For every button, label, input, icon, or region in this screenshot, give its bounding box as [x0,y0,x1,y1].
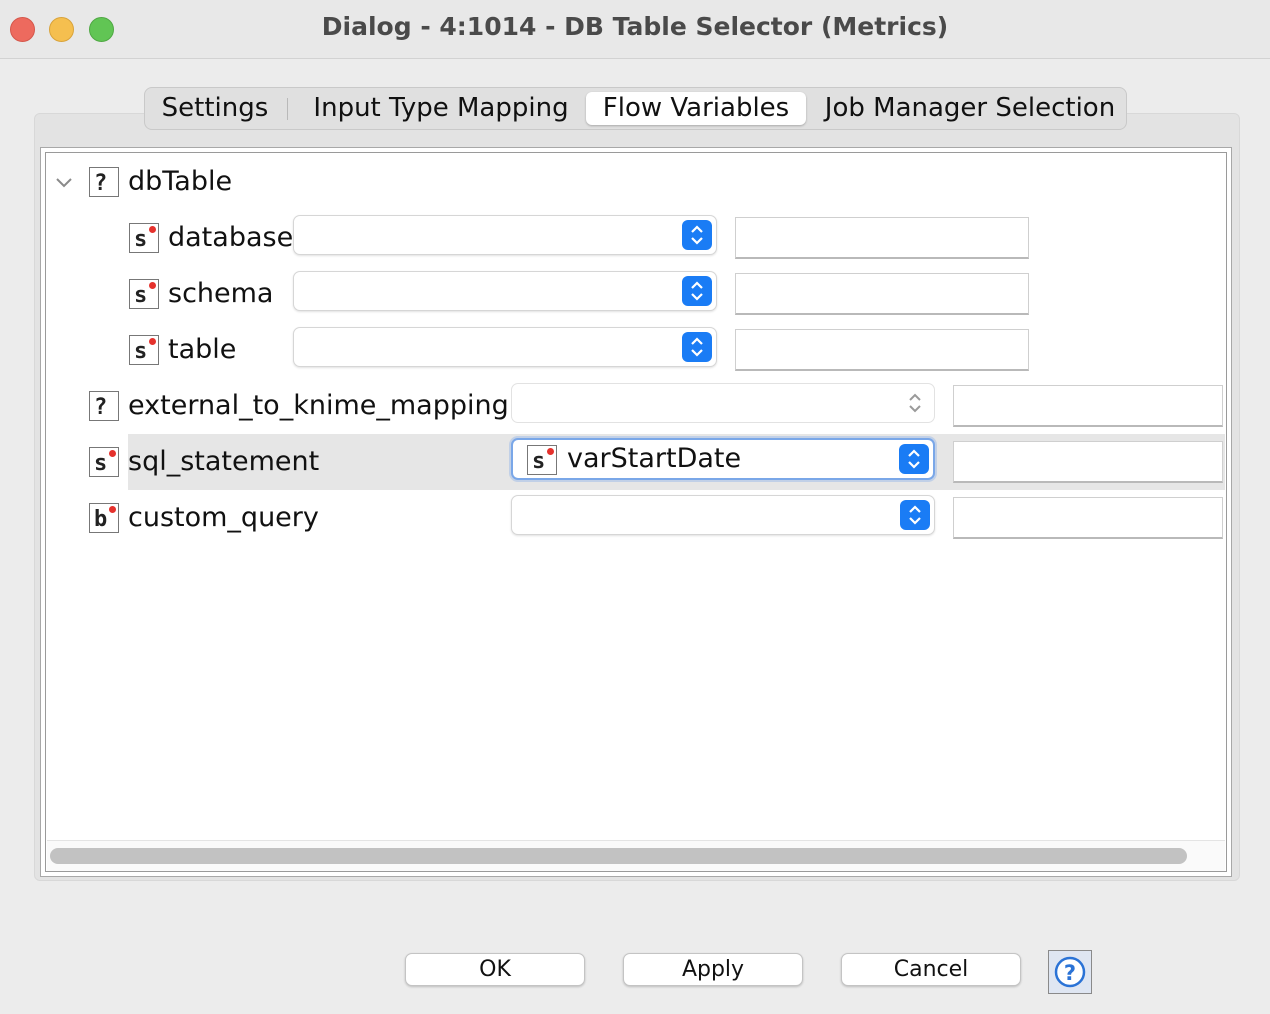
string-type-icon: s [129,335,159,365]
help-button[interactable]: ? [1048,950,1092,994]
select-arrows-icon[interactable] [682,220,712,250]
svg-text:?: ? [1064,961,1076,985]
cancel-button[interactable]: Cancel [841,953,1021,986]
schema-variable-select[interactable] [293,271,717,311]
external-to-knime-mapping-output-variable-field[interactable] [953,385,1223,427]
custom-query-output-variable-field[interactable] [953,497,1223,539]
database-output-variable-field[interactable] [735,217,1029,259]
tab-strip: Settings Input Type Mapping Flow Variabl… [144,87,1127,130]
unknown-type-icon: ? [89,391,119,421]
tree-node-database: database [168,222,294,253]
select-arrows-icon[interactable] [682,276,712,306]
selected-variable-name: varStartDate [567,443,742,474]
select-arrows-icon [900,388,930,418]
boolean-type-icon: b [89,503,119,533]
tab-input-type-mapping[interactable]: Input Type Mapping [299,92,583,125]
select-arrows-icon[interactable] [682,332,712,362]
window-title: Dialog - 4:1014 - DB Table Selector (Met… [321,12,949,41]
tree-node-schema: schema [168,278,274,309]
custom-query-variable-select[interactable] [511,495,935,535]
tree-node-table: table [168,334,237,365]
tree-node-dbtable[interactable]: dbTable [128,166,232,198]
ok-button[interactable]: OK [405,953,585,986]
table-output-variable-field[interactable] [735,329,1029,371]
tab-job-manager-selection[interactable]: Job Manager Selection [817,92,1123,125]
sql-statement-output-variable-field[interactable] [953,441,1223,483]
tree-node-sql-statement[interactable]: sql_statement [128,446,319,478]
table-variable-select[interactable] [293,327,717,367]
tab-settings[interactable]: Settings [151,92,279,125]
external-to-knime-mapping-variable-select [511,383,935,423]
string-type-icon: s [129,223,159,253]
tree-node-external-to-knime-mapping: external_to_knime_mapping [128,390,509,421]
sql-statement-variable-select[interactable]: s varStartDate [511,438,935,480]
tab-separator [287,98,288,120]
horizontal-scrollbar-thumb[interactable] [50,848,1187,864]
tab-flow-variables[interactable]: Flow Variables [586,92,806,125]
title-bar: Dialog - 4:1014 - DB Table Selector (Met… [0,0,1270,59]
apply-button[interactable]: Apply [623,953,803,986]
unknown-type-icon: ? [89,167,119,197]
select-arrows-icon[interactable] [900,500,930,530]
question-circle-icon: ? [1054,956,1086,988]
schema-output-variable-field[interactable] [735,273,1029,315]
select-arrows-icon[interactable] [899,444,929,474]
string-type-icon: s [89,447,119,477]
string-type-icon: s [129,279,159,309]
tree-node-custom-query: custom_query [128,502,319,533]
database-variable-select[interactable] [293,215,717,255]
chevron-down-icon[interactable] [54,172,74,192]
string-type-icon: s [527,445,557,475]
